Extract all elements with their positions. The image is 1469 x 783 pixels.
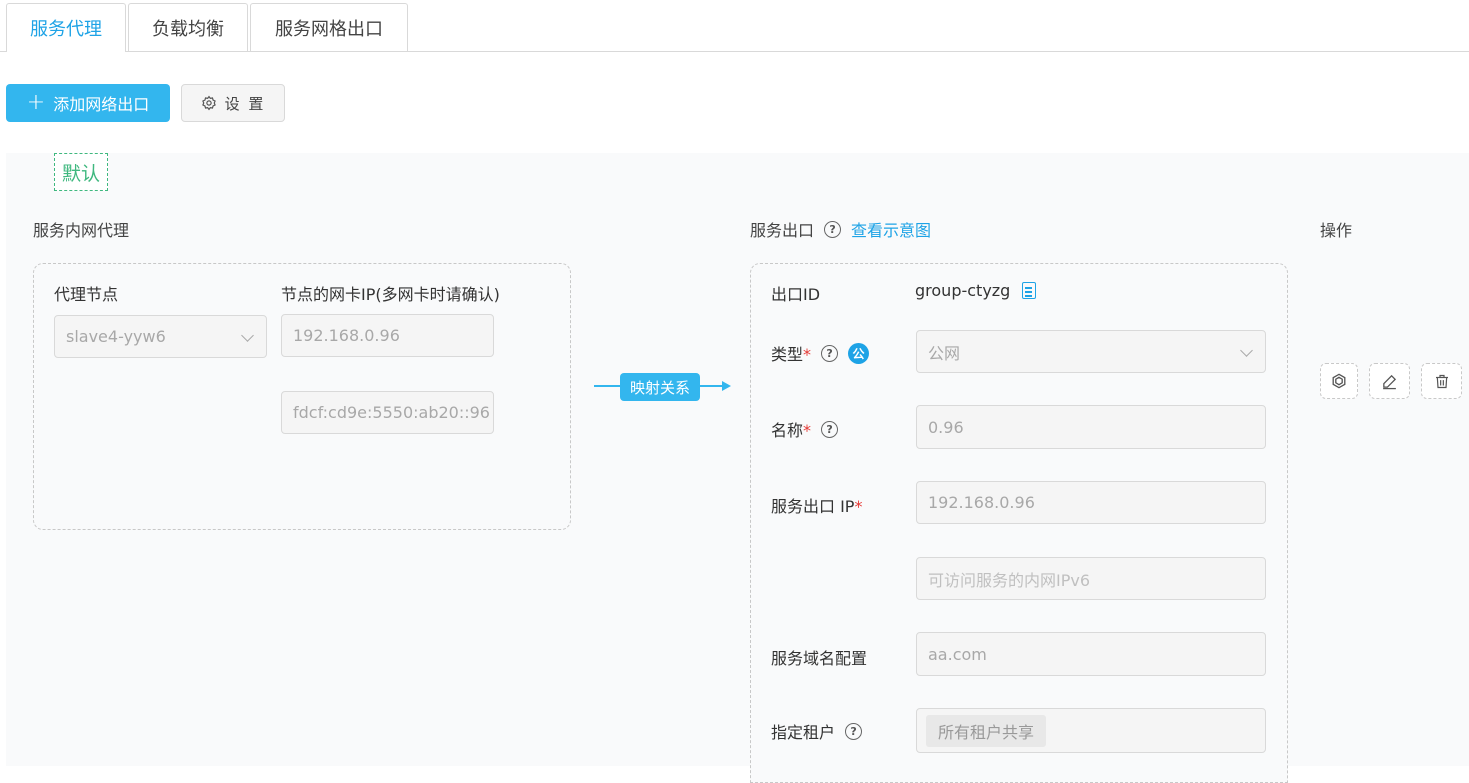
add-egress-label: 添加网络出口	[53, 95, 150, 114]
domain-field[interactable]: aa.com	[916, 632, 1266, 676]
mapping-tag: 映射关系	[620, 373, 700, 401]
egress-ipv4-field[interactable]: 192.168.0.96	[916, 481, 1266, 524]
egress-ip-label-row: 服务出口 IP*	[771, 493, 862, 517]
nic-ipv4-value: 192.168.0.96	[293, 326, 400, 345]
egress-ipv6-placeholder: 可访问服务的内网IPv6	[928, 570, 1091, 590]
tenant-label-row: 指定租户 ?	[771, 719, 863, 743]
trash-icon	[1435, 374, 1448, 388]
settings-label: 设 置	[224, 94, 266, 113]
inner-proxy-title: 服务内网代理	[33, 221, 130, 240]
proxy-box: 代理节点 节点的网卡IP(多网卡时请确认) slave4-yyw6 192.16…	[33, 263, 571, 530]
nic-ipv4-field[interactable]: 192.168.0.96	[281, 314, 494, 357]
pencil-icon	[1383, 374, 1397, 389]
type-value: 公网	[928, 343, 961, 363]
name-field[interactable]: 0.96	[916, 405, 1266, 449]
tenant-field[interactable]: 所有租户共享	[916, 708, 1266, 753]
plus-icon: +	[26, 90, 46, 115]
question-circle-icon[interactable]: ?	[845, 722, 863, 740]
tab-service-proxy[interactable]: 服务代理	[6, 3, 126, 52]
settings-button[interactable]: 设 置	[181, 84, 285, 122]
egress-ipv4-value: 192.168.0.96	[928, 493, 1035, 512]
type-label: 类型	[771, 345, 804, 364]
tab-load-balance[interactable]: 负载均衡	[128, 3, 248, 51]
proxy-node-label: 代理节点	[54, 285, 119, 304]
hexagon-button[interactable]	[1320, 363, 1358, 399]
proxy-node-select[interactable]: slave4-yyw6	[54, 315, 267, 358]
tabs-divider	[0, 51, 1469, 52]
public-network-icon: 公	[848, 342, 870, 364]
tab-bar: 服务代理 负载均衡 服务网格出口	[6, 3, 410, 52]
name-value: 0.96	[928, 417, 964, 437]
question-circle-icon[interactable]: ?	[824, 220, 842, 238]
nic-ip-label: 节点的网卡IP(多网卡时请确认)	[281, 285, 500, 304]
chevron-down-icon	[241, 329, 254, 342]
egress-title: 服务出口	[750, 221, 815, 240]
egress-ipv6-field[interactable]: 可访问服务的内网IPv6	[916, 557, 1266, 600]
view-diagram-link[interactable]: 查看示意图	[851, 217, 931, 241]
required-mark: *	[803, 421, 812, 440]
chevron-down-icon	[1240, 344, 1253, 357]
name-label-row: 名称* ?	[771, 417, 839, 441]
gear-icon	[201, 95, 216, 111]
domain-value: aa.com	[928, 644, 987, 664]
required-mark: *	[803, 345, 812, 364]
nic-ipv6-value: fdcf:cd9e:5550:ab20::96	[293, 403, 490, 422]
proxy-node-value: slave4-yyw6	[66, 327, 166, 346]
egress-id-label: 出口ID	[771, 285, 821, 304]
arrow-right-icon	[722, 381, 731, 391]
egress-group-panel: 默认 服务内网代理 服务出口 ? 查看示意图 操作 代理节点 节点的网卡IP(多…	[6, 153, 1469, 783]
add-egress-button[interactable]: + 添加网络出口	[6, 84, 170, 122]
type-select[interactable]: 公网	[916, 330, 1266, 373]
question-circle-icon[interactable]: ?	[821, 344, 839, 362]
hexagon-icon	[1332, 373, 1346, 389]
tenant-label: 指定租户	[771, 723, 836, 742]
egress-title-row: 服务出口 ? 查看示意图	[750, 217, 931, 241]
ops-title: 操作	[1320, 221, 1353, 240]
name-label: 名称	[771, 421, 804, 440]
tenant-chip: 所有租户共享	[926, 715, 1047, 747]
copy-document-icon[interactable]	[1022, 282, 1037, 299]
delete-button[interactable]	[1421, 363, 1462, 399]
egress-id-value: group-ctyzg	[915, 281, 1011, 300]
question-circle-icon[interactable]: ?	[821, 420, 839, 438]
type-label-row: 类型* ? 公	[771, 341, 870, 365]
egress-ip-label: 服务出口 IP	[771, 497, 855, 516]
edit-button[interactable]	[1369, 363, 1410, 399]
egress-id-row: group-ctyzg	[915, 281, 1037, 300]
nic-ipv6-field[interactable]: fdcf:cd9e:5550:ab20::96	[281, 391, 494, 434]
default-group-tag: 默认	[54, 153, 108, 191]
required-mark: *	[854, 497, 863, 516]
domain-label: 服务域名配置	[771, 649, 868, 668]
tab-mesh-egress[interactable]: 服务网格出口	[250, 3, 408, 51]
egress-box: 出口ID group-ctyzg 类型* ? 公 公网 名称* ? 0.96 服…	[750, 263, 1288, 783]
